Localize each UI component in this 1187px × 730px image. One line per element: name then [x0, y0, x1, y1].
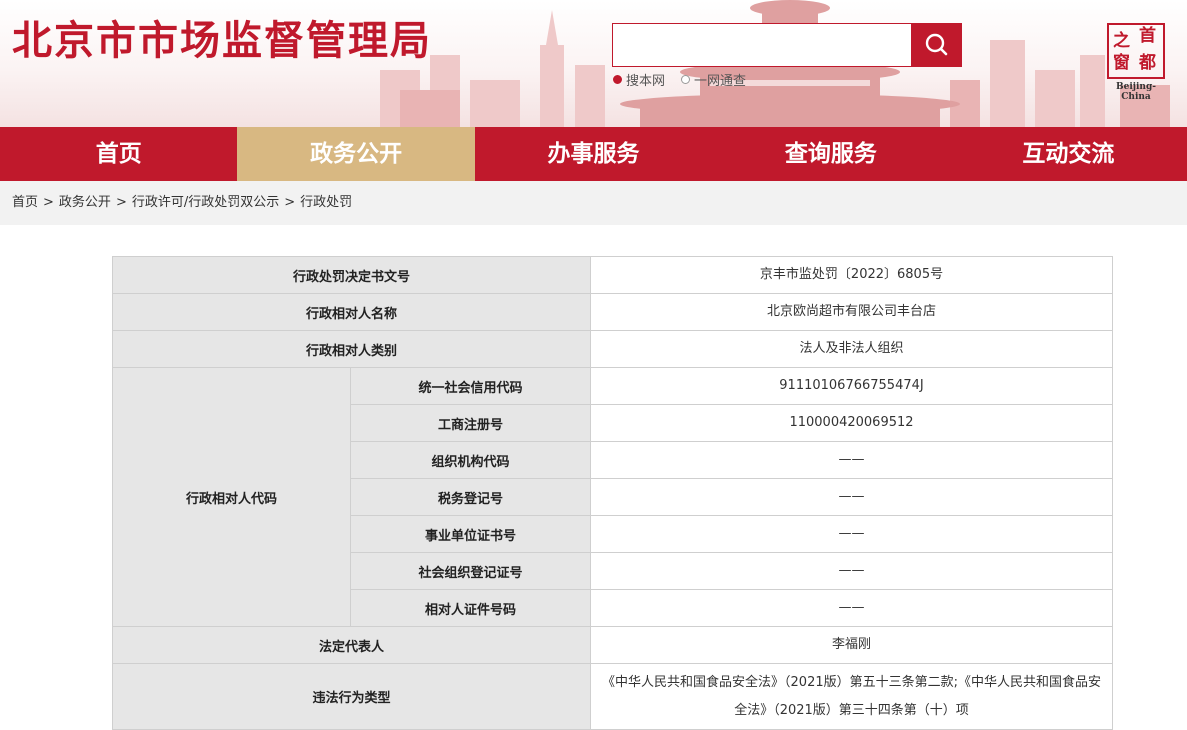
party-name-value: 北京欧尚超市有限公司丰台店 [590, 293, 1114, 331]
violation-type-label: 违法行为类型 [111, 663, 592, 730]
nav-inquiry[interactable]: 查询服务 [712, 127, 949, 181]
breadcrumb-penalty[interactable]: 行政处罚 [300, 195, 352, 210]
radio-unselected-icon [681, 75, 691, 84]
party-name-label: 行政相对人名称 [111, 293, 592, 331]
logo-char-chuang: 窗 [1113, 53, 1130, 73]
site-header: 北京市市场监督管理局 搜本网 一网通查 首 都 之 窗 Beijing-Chin… [0, 0, 1187, 127]
legal-rep-label: 法定代表人 [111, 626, 592, 664]
capital-window-logo[interactable]: 首 都 之 窗 Beijing-China [1103, 23, 1169, 102]
table-row: 行政相对人代码 统一社会信用代码 91110106766755474J [112, 367, 1114, 627]
site-title: 北京市市场监督管理局 [12, 18, 432, 64]
legal-rep-value: 李福刚 [590, 626, 1114, 664]
scope-site-option[interactable]: 搜本网 [613, 70, 665, 89]
logo-char-zhi: 之 [1113, 31, 1130, 51]
credit-code-label: 统一社会信用代码 [349, 367, 592, 405]
logo-english-text: Beijing-China [1116, 82, 1156, 102]
table-row: 行政相对人类别 法人及非法人组织 [111, 330, 1114, 368]
business-reg-value: 110000420069512 [590, 404, 1114, 442]
breadcrumb-government-affairs[interactable]: 政务公开 [59, 195, 111, 210]
breadcrumb-home[interactable]: 首页 [12, 195, 38, 210]
search-icon [925, 33, 948, 56]
table-row: 行政处罚决定书文号 京丰市监处罚〔2022〕6805号 [111, 256, 1114, 294]
party-codes-label: 行政相对人代码 [112, 367, 351, 627]
party-type-label: 行政相对人类别 [111, 330, 592, 368]
nav-government-affairs[interactable]: 政务公开 [237, 127, 475, 181]
tax-reg-value: —— [590, 478, 1114, 516]
table-row: 行政相对人名称 北京欧尚超市有限公司丰台店 [111, 293, 1114, 331]
main-nav: 首页 政务公开 办事服务 查询服务 互动交流 [0, 127, 1187, 181]
logo-char-du: 都 [1139, 53, 1156, 73]
tax-reg-label: 税务登记号 [349, 478, 592, 516]
org-code-label: 组织机构代码 [349, 441, 592, 479]
institution-cert-label: 事业单位证书号 [349, 515, 592, 553]
breadcrumb-separator: > [115, 195, 127, 210]
nav-home[interactable]: 首页 [0, 127, 237, 181]
search-scope: 搜本网 一网通查 [613, 70, 746, 89]
radio-selected-icon [613, 75, 622, 84]
breadcrumb: 首页 > 政务公开 > 行政许可/行政处罚双公示 > 行政处罚 [12, 181, 352, 225]
doc-number-value: 京丰市监处罚〔2022〕6805号 [590, 256, 1114, 294]
breadcrumb-dual-publicity[interactable]: 行政许可/行政处罚双公示 [132, 195, 279, 210]
table-row: 违法行为类型 《中华人民共和国食品安全法》（2021版）第五十三条第二款;《中华… [111, 663, 1114, 730]
breadcrumb-separator: > [284, 195, 296, 210]
search-button[interactable] [912, 23, 962, 67]
party-id-value: —— [590, 589, 1114, 627]
party-id-label: 相对人证件号码 [349, 589, 592, 627]
credit-code-value: 91110106766755474J [590, 367, 1114, 405]
logo-char-shou: 首 [1139, 26, 1156, 46]
breadcrumb-separator: > [43, 195, 54, 210]
scope-site-label: 搜本网 [626, 74, 666, 89]
social-org-cert-label: 社会组织登记证号 [349, 552, 592, 590]
doc-number-label: 行政处罚决定书文号 [111, 256, 592, 294]
penalty-record-table: 行政处罚决定书文号 京丰市监处罚〔2022〕6805号 行政相对人名称 北京欧尚… [111, 256, 1114, 730]
breadcrumb-bar: 首页 > 政务公开 > 行政许可/行政处罚双公示 > 行政处罚 [0, 181, 1187, 225]
table-row: 法定代表人 李福刚 [111, 626, 1114, 664]
search-input[interactable] [612, 23, 912, 67]
org-code-value: —— [590, 441, 1114, 479]
violation-type-value: 《中华人民共和国食品安全法》（2021版）第五十三条第二款;《中华人民共和国食品… [590, 663, 1114, 730]
nav-interaction[interactable]: 互动交流 [950, 127, 1187, 181]
social-org-cert-value: —— [590, 552, 1114, 590]
nav-services[interactable]: 办事服务 [475, 127, 712, 181]
scope-all-option[interactable]: 一网通查 [681, 70, 746, 89]
business-reg-label: 工商注册号 [349, 404, 592, 442]
institution-cert-value: —— [590, 515, 1114, 553]
party-type-value: 法人及非法人组织 [590, 330, 1114, 368]
scope-all-label: 一网通查 [694, 74, 747, 89]
